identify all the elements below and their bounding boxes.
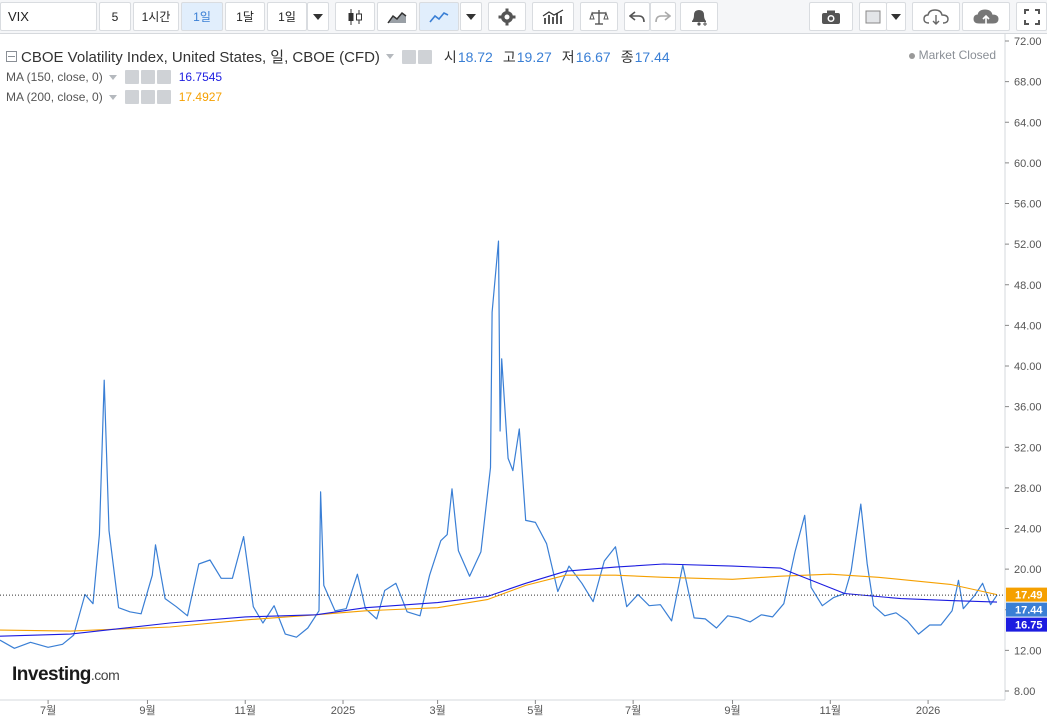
y-tick-label: 72.00 <box>1014 36 1042 48</box>
collapse-legend-icon[interactable] <box>6 51 17 62</box>
ma200-label: MA (200, close, 0) <box>6 90 103 104</box>
gear-icon[interactable] <box>417 49 432 64</box>
gear-icon[interactable] <box>140 90 155 104</box>
y-tick-label: 24.00 <box>1014 524 1042 536</box>
y-tick-label: 12.00 <box>1014 645 1042 657</box>
close-value: 17.44 <box>634 48 670 65</box>
x-tick-label: 3월 <box>429 704 445 717</box>
close-icon[interactable] <box>156 90 171 104</box>
status-dot-icon <box>908 52 915 59</box>
x-tick-label: 2025 <box>331 705 355 717</box>
price-tags: 17.49 17.44 16.75 <box>1006 587 1047 632</box>
eye-icon[interactable] <box>124 70 139 84</box>
y-tick-label: 40.00 <box>1014 361 1042 373</box>
x-tick-label: 9월 <box>724 704 740 717</box>
market-status: Market Closed <box>908 48 996 62</box>
price-tag-label: 17.44 <box>1015 605 1043 617</box>
price-tag-label: 16.75 <box>1015 620 1043 632</box>
y-tick-label: 20.00 <box>1014 564 1042 576</box>
ma150-value: 16.7545 <box>178 70 223 84</box>
logo-brand: Investing <box>12 664 91 685</box>
y-tick-label: 32.00 <box>1014 442 1042 454</box>
main-series-legend: CBOE Volatility Index, United States, 일,… <box>6 46 670 67</box>
y-tick-label: 48.00 <box>1014 280 1042 292</box>
y-tick-label: 8.00 <box>1014 686 1035 698</box>
ma200-legend: MA (200, close, 0) 17.4927 <box>6 90 222 104</box>
x-tick-label: 7월 <box>40 704 56 717</box>
series-title: CBOE Volatility Index, United States, 일,… <box>21 49 380 66</box>
chevron-down-icon[interactable] <box>108 74 117 80</box>
eye-icon[interactable] <box>124 90 139 104</box>
x-tick-label: 11월 <box>820 704 842 717</box>
ma150-legend: MA (150, close, 0) 16.7545 <box>6 70 222 84</box>
price-tag-label: 17.49 <box>1015 590 1043 602</box>
high-value: 19.27 <box>516 48 552 65</box>
high-label: 고 <box>502 48 516 65</box>
close-label: 종 <box>620 48 634 65</box>
y-tick-label: 52.00 <box>1014 239 1042 251</box>
close-icon[interactable] <box>156 70 171 84</box>
low-value: 16.67 <box>575 48 611 65</box>
y-tick-label: 44.00 <box>1014 320 1042 332</box>
eye-icon[interactable] <box>401 49 416 64</box>
x-tick-label: 9월 <box>139 704 155 717</box>
logo-suffix: .com <box>90 667 120 683</box>
ma150-label: MA (150, close, 0) <box>6 70 103 84</box>
series-layer <box>0 240 998 649</box>
x-tick-label: 5월 <box>527 704 543 717</box>
market-status-text: Market Closed <box>918 48 996 62</box>
chevron-down-icon[interactable] <box>108 94 117 100</box>
x-tick-label: 11월 <box>234 704 256 717</box>
y-tick-label: 64.00 <box>1014 117 1042 129</box>
low-label: 저 <box>561 48 575 65</box>
gear-icon[interactable] <box>140 70 155 84</box>
chevron-down-icon[interactable] <box>385 54 394 59</box>
x-tick-label: 2026 <box>916 705 940 717</box>
y-tick-label: 56.00 <box>1014 199 1042 211</box>
y-tick-label: 36.00 <box>1014 402 1042 414</box>
ma200-value: 17.4927 <box>178 90 223 104</box>
open-label: 시 <box>443 48 457 65</box>
time-axis[interactable]: 7월 9월 11월 2025 3월 5월 7월 9월 11월 2026 <box>40 700 940 717</box>
vix-price-line <box>0 240 998 649</box>
x-tick-label: 7월 <box>625 704 641 717</box>
y-tick-label: 28.00 <box>1014 483 1042 495</box>
y-tick-label: 60.00 <box>1014 158 1042 170</box>
y-tick-label: 68.00 <box>1014 77 1042 89</box>
open-value: 18.72 <box>457 48 493 65</box>
price-chart[interactable]: 8.0012.0016.0020.0024.0028.0032.0036.004… <box>0 0 1047 718</box>
investing-logo: Investing.com <box>12 664 120 686</box>
